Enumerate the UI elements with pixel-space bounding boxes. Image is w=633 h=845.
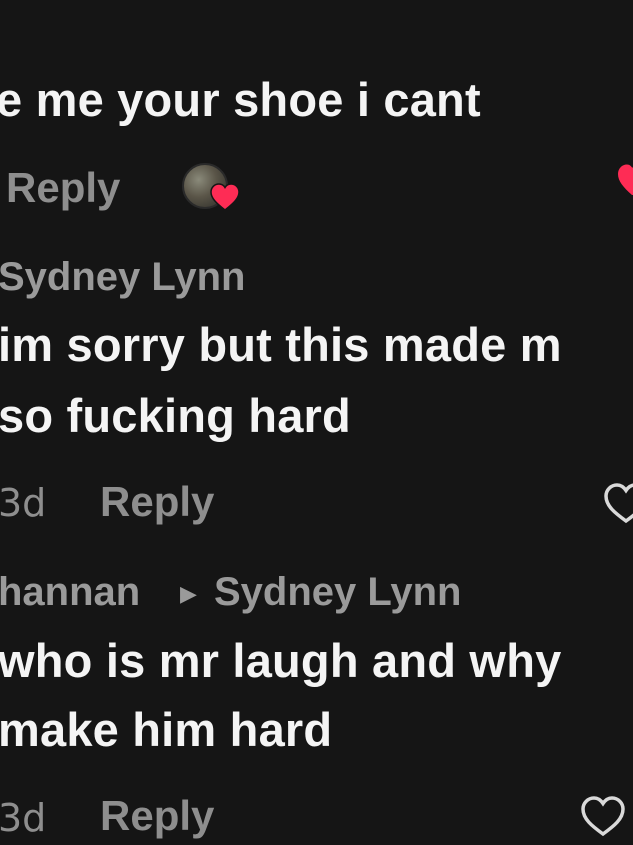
comment-timestamp: 3d bbox=[0, 796, 47, 840]
liked-heart-icon[interactable] bbox=[617, 163, 633, 197]
comment-text-line-1: im sorry but this made m bbox=[0, 318, 562, 371]
comment-author[interactable]: hannan bbox=[0, 570, 140, 615]
comment-text-line-1: who is mr laugh and why bbox=[0, 634, 562, 687]
reply-button[interactable]: Reply bbox=[6, 164, 120, 212]
reply-to-author[interactable]: Sydney Lynn bbox=[214, 570, 461, 615]
comment-author[interactable]: Sydney Lynn bbox=[0, 255, 245, 300]
liked-by-creator-heart-icon bbox=[210, 183, 240, 211]
reply-button[interactable]: Reply bbox=[100, 792, 214, 840]
comment-timestamp: 3d bbox=[0, 481, 47, 525]
comment-text-line-2: make him hard bbox=[0, 703, 333, 756]
reply-button[interactable]: Reply bbox=[100, 478, 214, 526]
reply-to-caret-icon: ▶ bbox=[180, 581, 197, 606]
heart-outline-icon[interactable] bbox=[603, 482, 633, 524]
comment-text-line-2: so fucking hard bbox=[0, 389, 351, 442]
heart-outline-icon[interactable] bbox=[580, 795, 626, 837]
comment-text: e me your shoe i cant bbox=[0, 73, 481, 126]
